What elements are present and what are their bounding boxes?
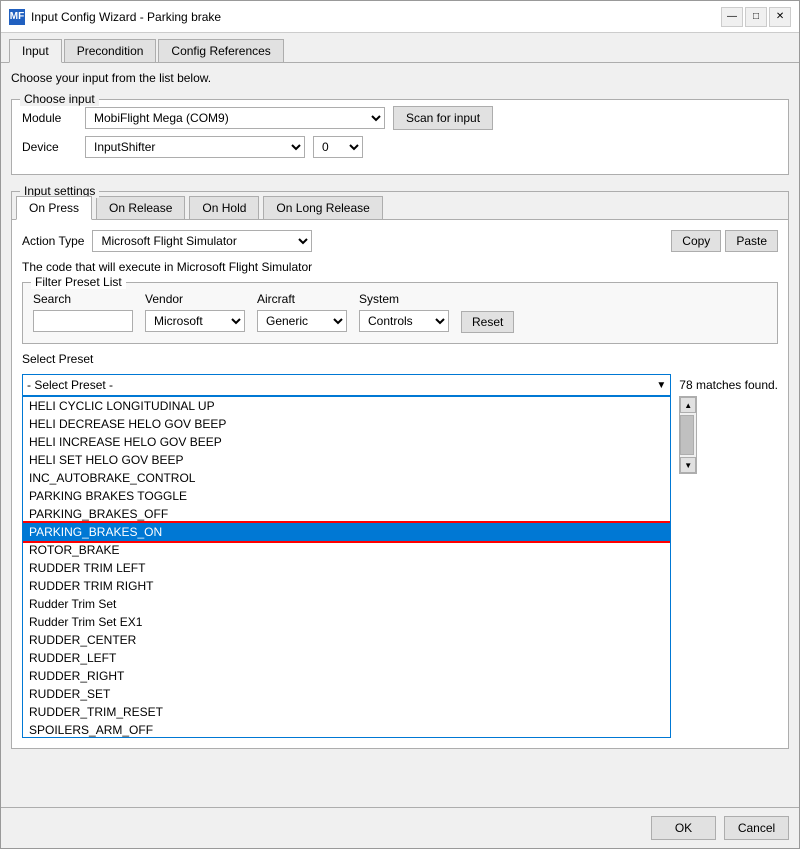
preset-list: HELI CYCLIC LONGITUDINAL UPHELI DECREASE… — [23, 397, 670, 737]
scroll-up-icon[interactable]: ▲ — [680, 397, 696, 413]
bottom-bar: OK Cancel — [1, 807, 799, 848]
restore-button[interactable]: □ — [745, 7, 767, 27]
list-item[interactable]: PARKING_BRAKES_OFF — [23, 505, 670, 523]
system-label: System — [359, 292, 449, 306]
list-item[interactable]: PARKING_BRAKES_ON — [23, 523, 670, 541]
scrollbar-thumb[interactable] — [680, 415, 694, 455]
reset-button[interactable]: Reset — [461, 311, 514, 333]
list-item[interactable]: RUDDER_CENTER — [23, 631, 670, 649]
list-item[interactable]: INC_AUTOBRAKE_CONTROL — [23, 469, 670, 487]
title-bar: MF Input Config Wizard - Parking brake —… — [1, 1, 799, 33]
action-type-row: Action Type Microsoft Flight Simulator C… — [22, 230, 778, 252]
main-window: MF Input Config Wizard - Parking brake —… — [0, 0, 800, 849]
list-item[interactable]: Rudder Trim Set — [23, 595, 670, 613]
input-tabs-header: On Press On Release On Hold On Long Rele… — [12, 192, 788, 220]
filter-preset-label: Filter Preset List — [31, 275, 126, 289]
search-input[interactable] — [33, 310, 133, 332]
select-preset-label: Select Preset — [22, 352, 93, 366]
main-content: Choose your input from the list below. C… — [1, 63, 799, 807]
paste-button[interactable]: Paste — [725, 230, 778, 252]
cancel-button[interactable]: Cancel — [724, 816, 789, 840]
input-settings-group: Input settings On Press On Release On Ho… — [11, 191, 789, 749]
choose-input-label: Choose input — [20, 92, 99, 106]
scroll-down-icon[interactable]: ▼ — [680, 457, 696, 473]
choose-input-group: Choose input Module MobiFlight Mega (COM… — [11, 99, 789, 175]
preset-right-col: 78 matches found. ▲ ▼ — [679, 374, 778, 474]
title-bar-left: MF Input Config Wizard - Parking brake — [9, 9, 221, 25]
list-item[interactable]: PARKING BRAKES TOGGLE — [23, 487, 670, 505]
scrollbar[interactable]: ▲ ▼ — [679, 396, 697, 474]
aircraft-select[interactable]: Generic — [257, 310, 347, 332]
list-item[interactable]: RUDDER_RIGHT — [23, 667, 670, 685]
filter-row: Search Vendor Microsoft Aircraft — [33, 291, 767, 333]
search-label: Search — [33, 292, 133, 306]
list-item[interactable]: SPOILERS_ARM_OFF — [23, 721, 670, 737]
list-item[interactable]: HELI CYCLIC LONGITUDINAL UP — [23, 397, 670, 415]
device-row: Device InputShifter 0 — [22, 136, 778, 158]
close-button[interactable]: ✕ — [769, 7, 791, 27]
vendor-col: Vendor Microsoft — [145, 292, 245, 332]
tab-on-release[interactable]: On Release — [96, 196, 185, 219]
device-select[interactable]: InputShifter — [85, 136, 305, 158]
list-item[interactable]: HELI INCREASE HELO GOV BEEP — [23, 433, 670, 451]
module-row: Module MobiFlight Mega (COM9) Scan for i… — [22, 106, 778, 130]
info-text: The code that will execute in Microsoft … — [22, 260, 778, 274]
list-item[interactable]: RUDDER TRIM LEFT — [23, 559, 670, 577]
preset-list-container: HELI CYCLIC LONGITUDINAL UPHELI DECREASE… — [22, 396, 671, 738]
list-item[interactable]: Rudder Trim Set EX1 — [23, 613, 670, 631]
title-bar-controls: — □ ✕ — [721, 7, 791, 27]
matches-text: 78 matches found. — [679, 378, 778, 392]
preset-list-wrapper: - Select Preset - ▼ HELI CYCLIC LONGITUD… — [22, 374, 671, 738]
action-type-select[interactable]: Microsoft Flight Simulator — [92, 230, 312, 252]
list-item[interactable]: RUDDER_TRIM_RESET — [23, 703, 670, 721]
subtitle-text: Choose your input from the list below. — [11, 71, 789, 85]
tab-on-long-release[interactable]: On Long Release — [263, 196, 382, 219]
list-item[interactable]: HELI SET HELO GOV BEEP — [23, 451, 670, 469]
preset-content-row: - Select Preset - ▼ HELI CYCLIC LONGITUD… — [22, 374, 778, 738]
copy-button[interactable]: Copy — [671, 230, 721, 252]
device-label: Device — [22, 140, 77, 154]
scan-button[interactable]: Scan for input — [393, 106, 493, 130]
tab-on-press[interactable]: On Press — [16, 196, 92, 220]
main-tab-bar: Input Precondition Config References — [1, 33, 799, 63]
input-tabs-content: Action Type Microsoft Flight Simulator C… — [12, 220, 788, 748]
action-buttons: Copy Paste — [671, 230, 778, 252]
vendor-select[interactable]: Microsoft — [145, 310, 245, 332]
dropdown-arrow-icon: ▼ — [656, 380, 666, 391]
list-item[interactable]: RUDDER_LEFT — [23, 649, 670, 667]
tab-on-hold[interactable]: On Hold — [189, 196, 259, 219]
tab-config-references[interactable]: Config References — [158, 39, 283, 62]
list-item[interactable]: RUDDER_SET — [23, 685, 670, 703]
list-item[interactable]: ROTOR_BRAKE — [23, 541, 670, 559]
aircraft-label: Aircraft — [257, 292, 347, 306]
preset-dropdown-header[interactable]: - Select Preset - ▼ — [22, 374, 671, 396]
window-title: Input Config Wizard - Parking brake — [31, 10, 221, 24]
action-type-label: Action Type — [22, 234, 84, 248]
search-col: Search — [33, 292, 133, 332]
system-select[interactable]: Controls — [359, 310, 449, 332]
preset-header-row: Select Preset — [22, 352, 778, 366]
list-item[interactable]: RUDDER TRIM RIGHT — [23, 577, 670, 595]
app-icon: MF — [9, 9, 25, 25]
minimize-button[interactable]: — — [721, 7, 743, 27]
ok-button[interactable]: OK — [651, 816, 716, 840]
list-item[interactable]: HELI DECREASE HELO GOV BEEP — [23, 415, 670, 433]
module-label: Module — [22, 111, 77, 125]
aircraft-col: Aircraft Generic — [257, 292, 347, 332]
tab-precondition[interactable]: Precondition — [64, 39, 157, 62]
preset-section: Select Preset - Select Preset - ▼ — [22, 352, 778, 738]
vendor-label: Vendor — [145, 292, 245, 306]
device-num-select[interactable]: 0 — [313, 136, 363, 158]
tab-input[interactable]: Input — [9, 39, 62, 63]
module-select[interactable]: MobiFlight Mega (COM9) — [85, 107, 385, 129]
preset-placeholder: - Select Preset - — [27, 378, 656, 392]
reset-col: Reset — [461, 291, 514, 333]
filter-preset-group: Filter Preset List Search Vendor Microso… — [22, 282, 778, 344]
system-col: System Controls — [359, 292, 449, 332]
